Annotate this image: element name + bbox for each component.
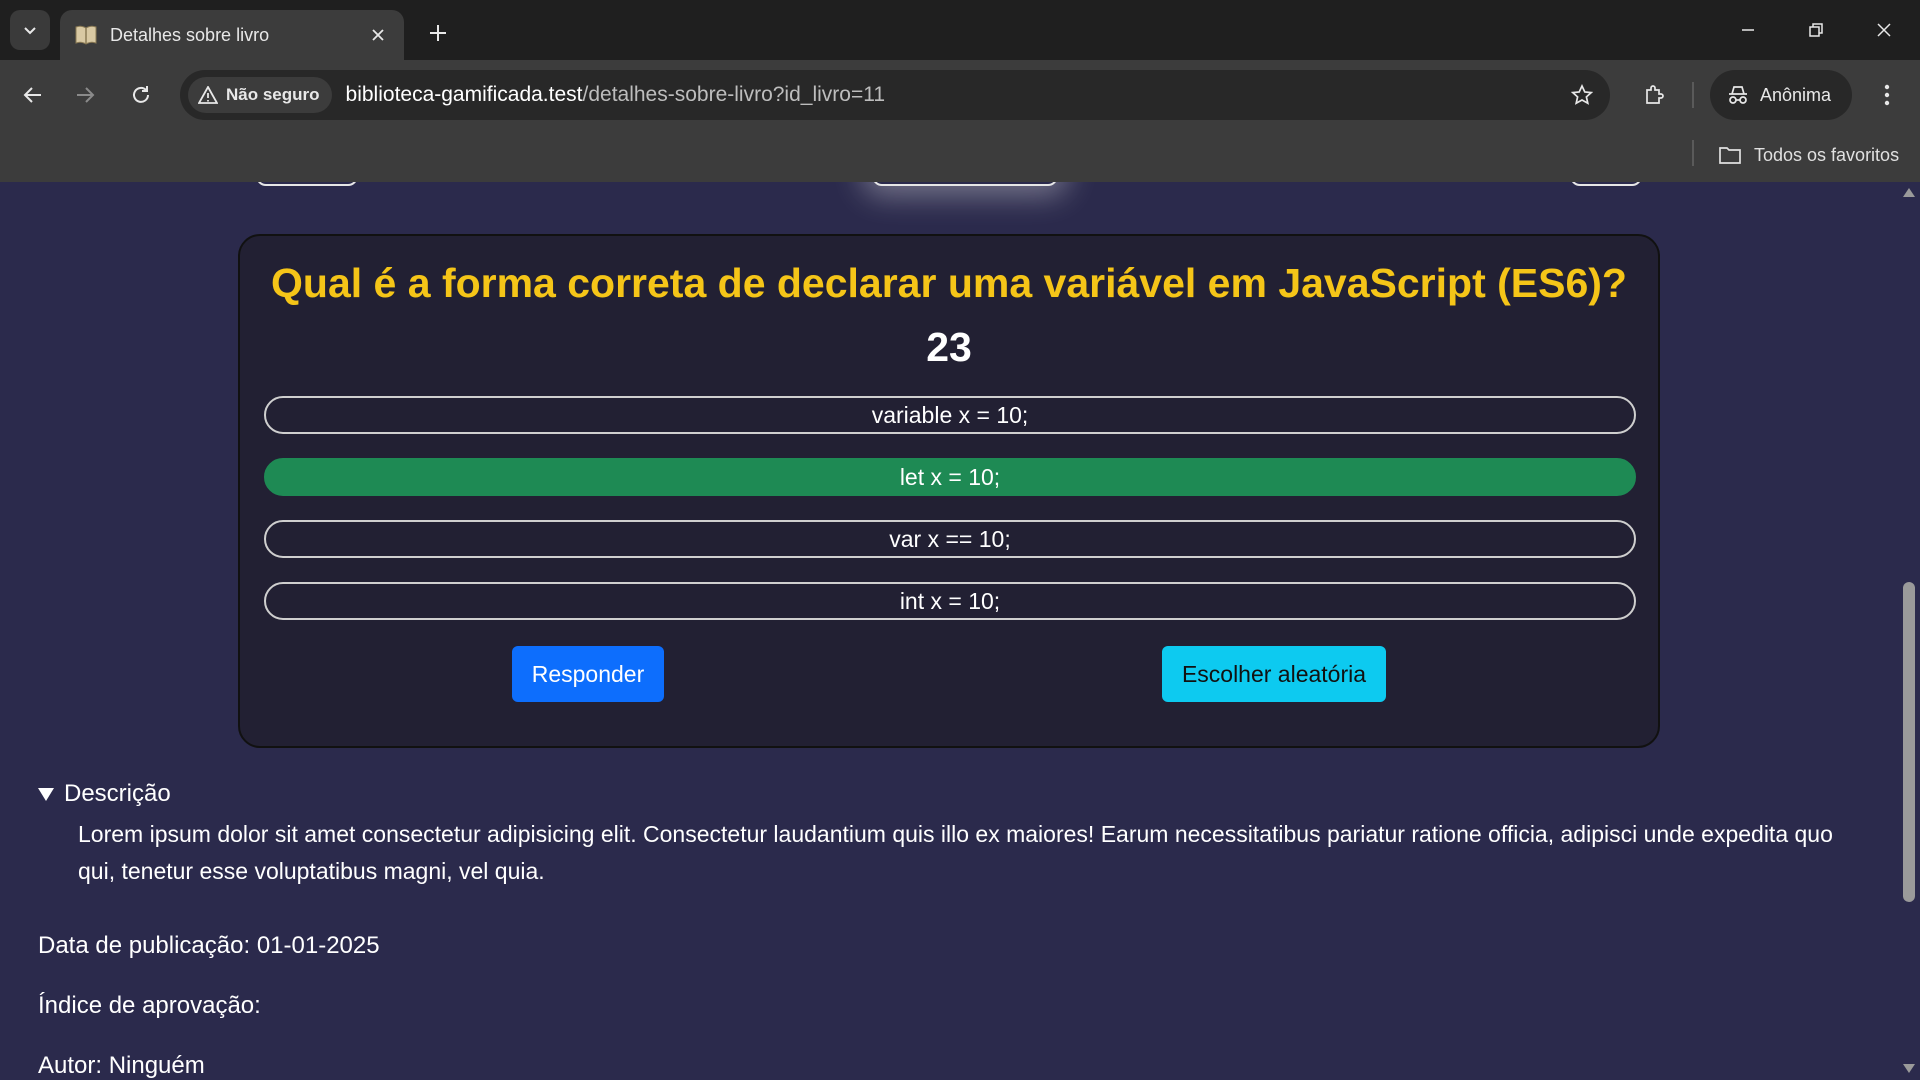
description-summary-label: Descrição <box>64 780 171 807</box>
scroll-down-arrow-icon[interactable] <box>1903 1064 1915 1073</box>
minimize-button[interactable] <box>1720 8 1776 52</box>
profile-label: Anônima <box>1760 84 1832 105</box>
scroll-up-arrow-icon[interactable] <box>1903 188 1915 197</box>
quiz-option[interactable]: int x = 10; <box>264 582 1636 620</box>
tab-bar: Detalhes sobre livro <box>0 0 1920 60</box>
browser-toolbar: Não seguro biblioteca-gamificada.test/de… <box>0 60 1920 130</box>
close-tab-icon[interactable] <box>366 23 390 47</box>
browser-tab[interactable]: Detalhes sobre livro <box>60 10 404 60</box>
arrow-left-icon <box>23 87 41 103</box>
toolbar-divider <box>1692 82 1694 108</box>
profile-button[interactable]: Anônima <box>1710 70 1852 120</box>
warning-icon <box>198 86 218 104</box>
back-button[interactable] <box>12 74 54 116</box>
quiz-option[interactable]: variable x = 10; <box>264 396 1636 434</box>
description-summary[interactable]: Descrição <box>38 780 1868 808</box>
security-label: Não seguro <box>226 85 320 104</box>
forward-button[interactable] <box>64 74 106 116</box>
random-answer-button[interactable]: Escolher aleatória <box>1162 646 1386 702</box>
description-details: Descrição Lorem ipsum dolor sit amet con… <box>38 780 1868 890</box>
reload-button[interactable] <box>120 74 162 116</box>
arrow-right-icon <box>77 87 95 103</box>
close-window-button[interactable] <box>1856 8 1912 52</box>
chevron-down-icon <box>24 27 36 35</box>
author: Autor: Ninguém <box>38 1052 205 1079</box>
bookmarks-bar: Todos os favoritos <box>0 130 1920 182</box>
browser-menu-button[interactable] <box>1866 74 1908 116</box>
scrollbar-thumb[interactable] <box>1903 582 1915 902</box>
partial-top-button-left[interactable] <box>256 182 358 186</box>
quiz-option-label: int x = 10; <box>899 587 1001 614</box>
bookmarks-divider <box>1692 140 1694 166</box>
url-path: /detalhes-sobre-livro?id_livro=11 <box>582 83 886 106</box>
more-vert-icon <box>1884 84 1890 106</box>
puzzle-icon <box>1646 85 1664 104</box>
all-bookmarks-folder[interactable]: Todos os favoritos <box>1718 138 1899 172</box>
partial-top-button-right[interactable] <box>1570 182 1642 186</box>
publication-date: Data de publicação: 01-01-2025 <box>38 932 380 959</box>
quiz-option-selected[interactable]: let x = 10; <box>264 458 1636 496</box>
quiz-option-label: let x = 10; <box>899 463 1001 490</box>
quiz-option[interactable]: var x == 10; <box>264 520 1636 558</box>
page-viewport: Qual é a forma correta de declarar uma v… <box>0 182 1898 1080</box>
book-icon <box>75 25 97 45</box>
address-bar[interactable]: Não seguro biblioteca-gamificada.test/de… <box>180 70 1610 120</box>
minimize-icon <box>1742 29 1754 31</box>
quiz-option-label: var x == 10; <box>889 525 1011 552</box>
restore-icon <box>1809 23 1823 37</box>
page-scrollbar[interactable] <box>1898 182 1920 1080</box>
incognito-icon <box>1729 86 1747 104</box>
approval-index: Índice de aprovação: <box>38 992 261 1019</box>
new-tab-button[interactable] <box>420 15 456 51</box>
tab-search-button[interactable] <box>10 10 50 50</box>
close-icon <box>1877 23 1891 37</box>
tab-title: Detalhes sobre livro <box>110 24 270 45</box>
reload-icon <box>133 86 149 103</box>
bookmarks-folder-label: Todos os favoritos <box>1754 144 1900 165</box>
url-text[interactable]: biblioteca-gamificada.test/detalhes-sobr… <box>346 83 1562 107</box>
url-host: biblioteca-gamificada.test <box>345 83 583 106</box>
quiz-option-label: variable x = 10; <box>871 401 1029 428</box>
restore-button[interactable] <box>1788 8 1844 52</box>
quiz-question: Qual é a forma correta de declarar uma v… <box>271 260 1627 306</box>
submit-answer-button[interactable]: Responder <box>512 646 664 702</box>
disclosure-triangle-icon <box>38 787 54 801</box>
quiz-number: 23 <box>926 324 972 370</box>
plus-icon <box>430 25 446 41</box>
folder-icon <box>1719 147 1741 164</box>
quiz-card: Qual é a forma correta de declarar uma v… <box>238 234 1660 748</box>
partial-top-button-center[interactable] <box>872 182 1058 186</box>
bookmark-star-icon[interactable] <box>1562 75 1602 115</box>
extensions-button[interactable] <box>1634 74 1676 116</box>
description-text: Lorem ipsum dolor sit amet consectetur a… <box>78 821 1833 884</box>
security-chip[interactable]: Não seguro <box>188 77 332 113</box>
